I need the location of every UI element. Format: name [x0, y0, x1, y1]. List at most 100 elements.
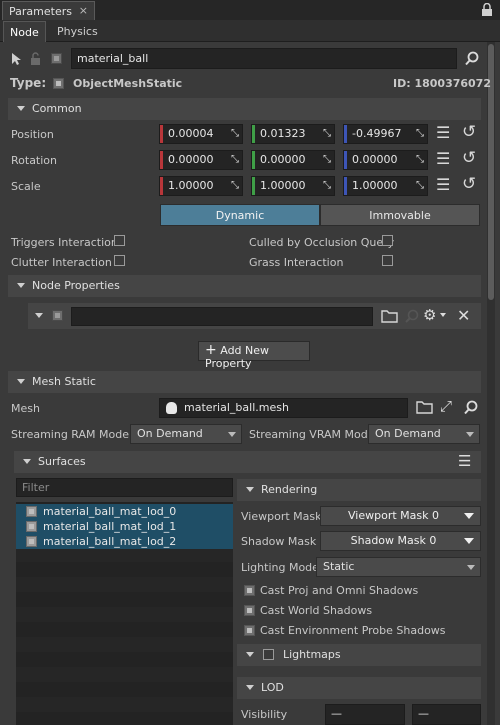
surfaces-section-header[interactable]: Surfaces	[14, 451, 481, 473]
parameters-panel-tab[interactable]: Parameters ×	[2, 1, 95, 20]
cast-world-shadows-label: Cast World Shadows	[260, 604, 373, 617]
rotation-y-value: 0.00000	[260, 153, 306, 166]
search-icon[interactable]	[464, 400, 478, 415]
streaming-ram-dropdown[interactable]: On Demand	[130, 424, 242, 444]
position-x-value: 0.00004	[168, 127, 214, 140]
property-enabled-checkbox[interactable]	[52, 310, 63, 321]
folder-icon[interactable]	[381, 309, 398, 323]
reset-icon[interactable]: ↺	[462, 149, 476, 167]
rotation-y-field[interactable]: 0.00000 ⤡	[251, 150, 335, 170]
surface-checkbox[interactable]	[26, 506, 37, 517]
scale-z-value: 1.00000	[352, 179, 398, 192]
expand-icon[interactable]: ⤢	[440, 397, 452, 415]
list-item[interactable]: material_ball_mat_lod_1	[16, 519, 233, 534]
panel-title: Parameters	[9, 5, 72, 18]
z-axis-strip	[344, 125, 347, 143]
expand-arrows-icon[interactable]: ⤡	[231, 180, 239, 191]
triggers-interaction-checkbox[interactable]	[114, 235, 125, 246]
shadow-mask-dropdown[interactable]: Shadow Mask 0	[320, 531, 481, 551]
reset-icon[interactable]: ↺	[462, 123, 476, 141]
mesh-static-section-header[interactable]: Mesh Static	[8, 371, 481, 393]
property-path-input[interactable]	[71, 307, 373, 326]
surface-checkbox[interactable]	[26, 521, 37, 532]
expand-arrows-icon[interactable]: ⤡	[416, 180, 424, 191]
streaming-vram-label: Streaming VRAM Mode	[249, 428, 375, 441]
expand-arrows-icon[interactable]: ⤡	[323, 180, 331, 191]
gear-icon[interactable]: ⚙	[423, 306, 436, 324]
cast-world-shadows-checkbox[interactable]	[244, 605, 255, 616]
mesh-file-value: material_ball.mesh	[184, 401, 289, 414]
visibility-min-field[interactable]: —	[325, 704, 405, 725]
surface-checkbox[interactable]	[26, 536, 37, 547]
expand-arrows-icon[interactable]: ⤡	[323, 154, 331, 165]
expand-triangle-icon[interactable]	[35, 313, 43, 318]
clutter-interaction-checkbox[interactable]	[114, 255, 125, 266]
scale-x-field[interactable]: 1.00000 ⤡	[159, 176, 243, 196]
enabled-checkbox[interactable]	[51, 53, 62, 64]
position-z-value: -0.49967	[352, 127, 402, 140]
rotation-x-value: 0.00000	[168, 153, 214, 166]
expand-arrows-icon[interactable]: ⤡	[231, 154, 239, 165]
viewport-mask-dropdown[interactable]: Viewport Mask 0	[320, 506, 481, 526]
unlock-icon[interactable]	[30, 52, 41, 65]
list-item[interactable]: material_ball_mat_lod_2	[16, 534, 233, 549]
visibility-label: Visibility	[241, 708, 288, 721]
reset-icon[interactable]: ↺	[462, 175, 476, 193]
select-arrow-icon[interactable]	[11, 52, 23, 65]
list-item[interactable]: material_ball_mat_lod_0	[16, 504, 233, 519]
rotation-x-field[interactable]: 0.00000 ⤡	[159, 150, 243, 170]
expand-arrows-icon[interactable]: ⤡	[231, 128, 239, 139]
y-axis-strip	[252, 177, 255, 195]
scale-y-value: 1.00000	[260, 179, 306, 192]
lod-section-header[interactable]: LOD	[237, 677, 481, 699]
position-x-field[interactable]: 0.00004 ⤡	[159, 124, 243, 144]
dynamic-button[interactable]: Dynamic	[160, 204, 320, 226]
y-axis-strip	[252, 151, 255, 169]
collapse-triangle-icon	[246, 652, 254, 657]
menu-icon[interactable]: ☰	[436, 150, 450, 168]
visibility-max-field[interactable]: —	[412, 704, 481, 725]
menu-icon[interactable]: ☰	[458, 452, 471, 470]
y-axis-strip	[252, 125, 255, 143]
lightmaps-checkbox[interactable]	[263, 649, 274, 660]
lighting-mode-dropdown[interactable]: Static	[316, 557, 481, 577]
expand-arrows-icon[interactable]: ⤡	[323, 128, 331, 139]
search-icon[interactable]	[405, 309, 419, 323]
scale-y-field[interactable]: 1.00000 ⤡	[251, 176, 335, 196]
folder-icon[interactable]	[416, 400, 433, 414]
section-title: Rendering	[261, 483, 318, 496]
search-icon[interactable]	[465, 51, 479, 66]
rendering-section-header[interactable]: Rendering	[237, 479, 481, 501]
tab-bar: Node Physics	[0, 20, 500, 42]
position-z-field[interactable]: -0.49967 ⤡	[343, 124, 428, 144]
chevron-down-icon[interactable]	[440, 313, 446, 317]
add-new-property-button[interactable]: + Add New Property	[198, 341, 310, 370]
cast-proj-shadows-checkbox[interactable]	[244, 585, 255, 596]
grass-interaction-checkbox[interactable]	[382, 255, 393, 266]
menu-icon[interactable]: ☰	[436, 176, 450, 194]
tab-node[interactable]: Node	[3, 21, 46, 42]
close-icon[interactable]: ✕	[457, 306, 470, 325]
node-properties-section-header[interactable]: Node Properties	[8, 275, 481, 297]
scale-label: Scale	[11, 180, 41, 193]
mesh-file-field[interactable]: material_ball.mesh	[159, 398, 408, 418]
expand-arrows-icon[interactable]: ⤡	[416, 154, 424, 165]
cast-env-probe-shadows-checkbox[interactable]	[244, 625, 255, 636]
lightmaps-section-header[interactable]: Lightmaps	[237, 644, 481, 666]
x-axis-strip	[160, 125, 163, 143]
immovable-button[interactable]: Immovable	[320, 204, 480, 226]
culled-by-occlusion-checkbox[interactable]	[382, 235, 393, 246]
menu-icon[interactable]: ☰	[436, 124, 450, 142]
surfaces-filter-input[interactable]: Filter	[16, 478, 233, 497]
lock-icon[interactable]	[481, 3, 493, 16]
streaming-vram-dropdown[interactable]: On Demand	[368, 424, 480, 444]
expand-arrows-icon[interactable]: ⤡	[416, 128, 424, 139]
rotation-z-field[interactable]: 0.00000 ⤡	[343, 150, 428, 170]
plus-icon: +	[205, 342, 217, 358]
close-icon[interactable]: ×	[79, 4, 88, 17]
position-y-field[interactable]: 0.01323 ⤡	[251, 124, 335, 144]
node-name-input[interactable]: material_ball	[71, 48, 457, 69]
common-section-header[interactable]: Common	[8, 98, 481, 120]
scale-z-field[interactable]: 1.00000 ⤡	[343, 176, 428, 196]
tab-physics[interactable]: Physics	[51, 21, 104, 42]
